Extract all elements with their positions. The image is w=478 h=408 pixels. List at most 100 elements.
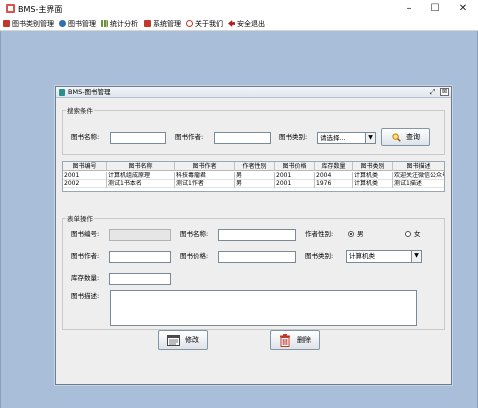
book-manage-frame: BMS-图书管理 ⤢ ⊠ 搜索条件 图书名称: 图书作者: 图书类别: 请选择.… [55,86,452,385]
menu-label: 系统管理 [153,20,181,28]
delete-button[interactable]: 删除 [270,330,320,350]
frame-close-button[interactable]: ⊠ [440,88,449,96]
table-column-header[interactable]: 图书作者 [175,162,235,171]
search-group: 搜索条件 图书名称: 图书作者: 图书类别: 请选择... ▼ 查询 [62,105,445,155]
table-row[interactable]: 2002 测试1书本名 测试1作者 男 2001 1976 计算机类 测试1描述 [63,180,444,188]
book-table: 图书编号 图书名称 图书作者 作者性别 图书价格 库存数量 图书类别 图书描述 … [62,161,445,192]
form-id-label: 图书编号: [71,230,100,238]
menu-label: 图书类别管理 [12,20,54,28]
form-category-label: 图书类别: [305,252,334,260]
menu-label: 关于我们 [195,20,223,28]
table-row[interactable]: 2001 计算机组成原理 科技毒瘤君 男 2001 2004 计算机类 欢迎关注… [63,172,444,180]
form-name-label: 图书名称: [180,230,209,238]
window-close-button[interactable]: ✕ [450,0,476,18]
form-author-label: 图书作者: [71,252,100,260]
menu-system[interactable]: 系统管理 [144,19,181,30]
menu-about[interactable]: 关于我们 [186,19,223,30]
menu-label: 安全退出 [237,20,265,28]
cell-description: 测试1描述 [394,180,422,187]
search-category-value: 请选择... [320,134,346,142]
search-author-input[interactable] [214,132,271,144]
cell-description: 欢迎关注微信公众号... [394,172,444,179]
chart-icon [101,20,108,27]
menu-exit[interactable]: 安全退出 [228,19,265,30]
cell-stock: 2004 [315,172,353,180]
system-icon [144,20,151,27]
search-icon [392,133,401,142]
app-icon [6,4,15,13]
minimize-button[interactable]: – [396,0,422,18]
query-button-label: 查询 [406,133,420,141]
form-stock-label: 库存数量: [71,274,100,282]
cell-name: 测试1书本名 [107,180,175,188]
frame-icon [59,89,65,96]
form-price-label: 图书价格: [180,252,209,260]
cell-id: 2002 [63,180,107,188]
frame-title: BMS-图书管理 [68,88,111,96]
menu-bar: 图书类别管理 图书管理 统计分析 系统管理 关于我们 安全退出 [0,18,478,31]
query-button[interactable]: 查询 [381,128,430,146]
search-group-title: 搜索条件 [66,105,94,115]
cell-gender: 男 [235,180,275,188]
table-column-header[interactable]: 库存数量 [315,162,353,171]
form-price-input[interactable] [218,251,296,263]
gender-male-radio[interactable] [348,231,354,237]
form-category-value: 计算机类 [349,252,375,260]
edit-button[interactable]: 修改 [158,330,208,350]
table-column-header[interactable]: 图书编号 [63,162,107,171]
chevron-down-icon: ▼ [365,133,375,143]
edit-button-label: 修改 [185,336,199,344]
table-column-header[interactable]: 图书描述 [393,162,444,171]
cell-category: 计算机类 [353,172,393,180]
form-description-label: 图书描述: [71,292,100,300]
cell-stock: 1976 [315,180,353,188]
search-category-select[interactable]: 请选择... ▼ [317,132,376,144]
window-title: BMS-主界面 [18,5,63,14]
exit-icon [228,20,235,27]
cell-author: 科技毒瘤君 [175,172,235,180]
book-category-icon [3,20,10,27]
cell-author: 测试1作者 [175,180,235,188]
cell-name: 计算机组成原理 [107,172,175,180]
menu-statistics[interactable]: 统计分析 [101,19,138,30]
form-stock-input[interactable] [109,273,171,285]
menu-book-manage[interactable]: 图书管理 [59,19,96,30]
info-icon [186,20,193,27]
maximize-button[interactable]: ☐ [422,0,448,18]
menu-label: 图书管理 [68,20,96,28]
gender-female-radio[interactable] [405,231,411,237]
chevron-down-icon: ▼ [411,251,421,262]
form-id-input [109,229,171,241]
book-icon [59,20,66,27]
form-author-input[interactable] [109,251,171,263]
frame-restore-button[interactable]: ⤢ [428,88,437,96]
trash-icon [280,334,290,347]
cell-gender: 男 [235,172,275,180]
table-header: 图书编号 图书名称 图书作者 作者性别 图书价格 库存数量 图书类别 图书描述 [63,162,444,171]
search-author-label: 图书作者: [175,133,204,141]
table-column-header[interactable]: 图书价格 [275,162,315,171]
menu-book-category[interactable]: 图书类别管理 [3,19,54,30]
window-titlebar: BMS-主界面 – ☐ ✕ [0,0,478,18]
cell-category: 计算机类 [353,180,393,188]
form-category-select[interactable]: 计算机类 ▼ [346,250,422,263]
cell-id: 2001 [63,172,107,180]
form-gender-label: 作者性别: [305,230,334,238]
table-column-header[interactable]: 图书类别 [353,162,393,171]
gender-male-label: 男 [357,230,364,238]
search-name-input[interactable] [110,132,166,144]
delete-button-label: 删除 [297,336,311,344]
edit-icon [167,335,180,346]
form-description-textarea[interactable] [110,290,417,326]
search-category-label: 图书类别: [279,133,308,141]
cell-price: 2001 [275,172,315,180]
table-column-header[interactable]: 作者性别 [235,162,275,171]
frame-titlebar[interactable]: BMS-图书管理 ⤢ ⊠ [56,87,451,98]
cell-price: 2001 [275,180,315,188]
menu-label: 统计分析 [110,20,138,28]
table-column-header[interactable]: 图书名称 [107,162,175,171]
form-group-title: 表单操作 [66,213,94,223]
search-name-label: 图书名称: [71,133,100,141]
gender-female-label: 女 [414,230,421,238]
form-name-input[interactable] [218,229,296,241]
